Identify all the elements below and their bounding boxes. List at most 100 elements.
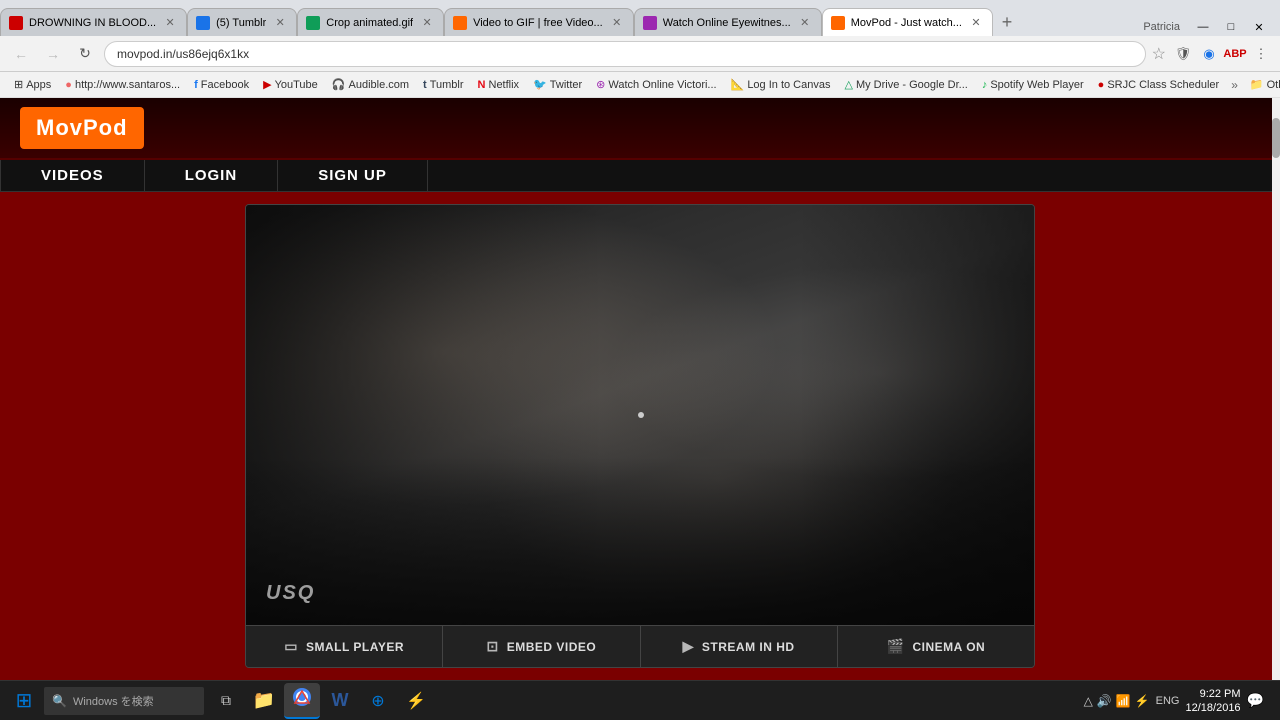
bookmark-canvas[interactable]: 📐 Log In to Canvas xyxy=(725,76,837,93)
small-player-button[interactable]: ▭ SMALL PLAYER xyxy=(246,626,443,667)
video-area[interactable]: USQ xyxy=(246,205,1035,625)
tray-arrow-icon[interactable]: △ xyxy=(1084,694,1093,708)
tab-1-close[interactable]: ✕ xyxy=(162,15,178,31)
refresh-button[interactable]: ↻ xyxy=(72,41,98,67)
bookmark-srjc[interactable]: ● SRJC Class Scheduler xyxy=(1092,77,1226,93)
tab-6[interactable]: MovPod - Just watch... ✕ xyxy=(822,8,993,36)
notification-icon[interactable]: 💬 xyxy=(1247,692,1264,709)
nav-login[interactable]: LOGIN xyxy=(145,160,279,191)
spotify-icon: ♪ xyxy=(982,79,988,91)
tab-5-close[interactable]: ✕ xyxy=(797,15,813,31)
tray-network-icon[interactable]: 📶 xyxy=(1116,694,1131,708)
cinema-on-button[interactable]: 🎬 CINEMA ON xyxy=(838,626,1034,667)
system-clock[interactable]: 9:22 PM 12/18/2016 xyxy=(1186,687,1241,715)
word-taskbar-icon: W xyxy=(332,690,349,711)
search-bar[interactable]: 🔍 Windows を検索 xyxy=(44,687,204,715)
bookmark-twitter[interactable]: 🐦 Twitter xyxy=(527,76,588,93)
tab-6-close[interactable]: ✕ xyxy=(968,15,984,31)
tab-4[interactable]: Video to GIF | free Video... ✕ xyxy=(444,8,634,36)
bookmark-facebook[interactable]: f Facebook xyxy=(188,77,255,93)
tab-2[interactable]: (5) Tumblr ✕ xyxy=(187,8,297,36)
tab-3-close[interactable]: ✕ xyxy=(419,15,435,31)
file-explorer-icon: 📁 xyxy=(253,690,275,711)
minimize-button[interactable]: — xyxy=(1190,18,1216,36)
twitter-icon: 🐦 xyxy=(533,78,547,91)
new-tab-button[interactable]: + xyxy=(993,8,1021,36)
back-button[interactable]: ← xyxy=(8,41,34,67)
bookmark-youtube[interactable]: ▶ YouTube xyxy=(257,76,324,93)
bookmark-watch-online[interactable]: ⊛ Watch Online Victori... xyxy=(590,76,722,93)
bookmark-santaros[interactable]: ● http://www.santaros... xyxy=(59,77,186,93)
watch-label: Watch Online Victori... xyxy=(608,79,716,91)
drive-icon: △ xyxy=(844,78,852,91)
bookmark-star-icon[interactable]: ☆ xyxy=(1152,44,1166,64)
watch-icon: ⊛ xyxy=(596,78,605,91)
address-bar[interactable] xyxy=(104,41,1146,67)
nav-login-label: LOGIN xyxy=(185,167,238,184)
other-bookmarks-label: Other bookmarks xyxy=(1267,79,1280,91)
app2-taskbar-button[interactable]: ⚡ xyxy=(398,683,434,719)
stream-hd-button[interactable]: ▶ STREAM IN HD xyxy=(641,626,838,667)
tab-4-close[interactable]: ✕ xyxy=(609,15,625,31)
tab-3-label: Crop animated.gif xyxy=(326,17,413,29)
apps-label: Apps xyxy=(26,79,51,91)
start-button[interactable]: ⊞ xyxy=(8,685,40,717)
santaros-label: http://www.santaros... xyxy=(75,79,180,91)
clock-date: 12/18/2016 xyxy=(1186,701,1241,715)
chrome-menu-icon[interactable]: ◉ xyxy=(1198,43,1220,65)
nav-videos[interactable]: VIDEOS xyxy=(0,160,145,191)
other-bookmarks-folder[interactable]: 📁 Other bookmarks xyxy=(1244,76,1280,93)
close-button[interactable]: ✕ xyxy=(1246,18,1272,36)
tab-2-close[interactable]: ✕ xyxy=(272,15,288,31)
embed-video-button[interactable]: ⊡ EMBED VIDEO xyxy=(443,626,640,667)
player-container: USQ ▭ SMALL PLAYER ⊡ EMBED VIDEO ▶ xyxy=(245,204,1035,668)
tray-battery-icon[interactable]: ⚡ xyxy=(1135,694,1150,708)
tab-favicon-2 xyxy=(196,16,210,30)
app1-taskbar-button[interactable]: ⊕ xyxy=(360,683,396,719)
bookmark-spotify[interactable]: ♪ Spotify Web Player xyxy=(976,77,1090,93)
tray-volume-icon[interactable]: 🔊 xyxy=(1097,694,1112,708)
search-text: Windows を検索 xyxy=(73,693,154,709)
app1-taskbar-icon: ⊕ xyxy=(371,691,384,711)
extensions-icon[interactable]: 🛡 xyxy=(1172,43,1194,65)
scroll-thumb[interactable] xyxy=(1272,118,1280,158)
tabs-bar: DROWNING IN BLOOD... ✕ (5) Tumblr ✕ Crop… xyxy=(0,0,1280,36)
site-logo: MovPod xyxy=(20,107,144,149)
video-cursor xyxy=(638,412,644,418)
maximize-button[interactable]: □ xyxy=(1218,18,1244,36)
file-explorer-button[interactable]: 📁 xyxy=(246,683,282,719)
drive-label: My Drive - Google Dr... xyxy=(856,79,968,91)
menu-icon[interactable]: ⋮ xyxy=(1250,43,1272,65)
tab-5[interactable]: Watch Online Eyewitnes... ✕ xyxy=(634,8,822,36)
main-area: USQ ▭ SMALL PLAYER ⊡ EMBED VIDEO ▶ xyxy=(0,192,1280,680)
bookmark-tumblr[interactable]: t Tumblr xyxy=(417,77,470,93)
youtube-label: YouTube xyxy=(275,79,318,91)
bookmark-netflix[interactable]: N Netflix xyxy=(472,77,526,93)
nav-signup-label: SIGN UP xyxy=(318,167,387,184)
folder-icon: 📁 xyxy=(1250,78,1264,91)
bookmark-audible[interactable]: 🎧 Audible.com xyxy=(326,76,415,93)
bookmark-drive[interactable]: △ My Drive - Google Dr... xyxy=(838,76,973,93)
srjc-icon: ● xyxy=(1098,79,1105,91)
tab-1-label: DROWNING IN BLOOD... xyxy=(29,17,156,29)
tab-1[interactable]: DROWNING IN BLOOD... ✕ xyxy=(0,8,187,36)
apps-icon: ⊞ xyxy=(14,78,23,91)
forward-button[interactable]: → xyxy=(40,41,66,67)
tab-strip: DROWNING IN BLOOD... ✕ (5) Tumblr ✕ Crop… xyxy=(0,8,1143,36)
nav-signup[interactable]: SIGN UP xyxy=(278,160,428,191)
word-taskbar-button[interactable]: W xyxy=(322,683,358,719)
bookmark-apps[interactable]: ⊞ Apps xyxy=(8,76,57,93)
tab-favicon-4 xyxy=(453,16,467,30)
site-nav: VIDEOS LOGIN SIGN UP xyxy=(0,160,1280,192)
tab-favicon-1 xyxy=(9,16,23,30)
taskbar: ⊞ 🔍 Windows を検索 ⧉ 📁 xyxy=(0,680,1280,720)
tab-3[interactable]: Crop animated.gif ✕ xyxy=(297,8,444,36)
srjc-label: SRJC Class Scheduler xyxy=(1107,79,1219,91)
more-bookmarks-button[interactable]: » xyxy=(1227,76,1242,94)
tray-lang: ENG xyxy=(1156,695,1180,707)
chrome-taskbar-button[interactable] xyxy=(284,683,320,719)
adblock-icon[interactable]: ABP xyxy=(1224,43,1246,65)
user-name: Patricia xyxy=(1143,21,1180,33)
scrollbar[interactable] xyxy=(1272,98,1280,680)
task-view-button[interactable]: ⧉ xyxy=(208,683,244,719)
